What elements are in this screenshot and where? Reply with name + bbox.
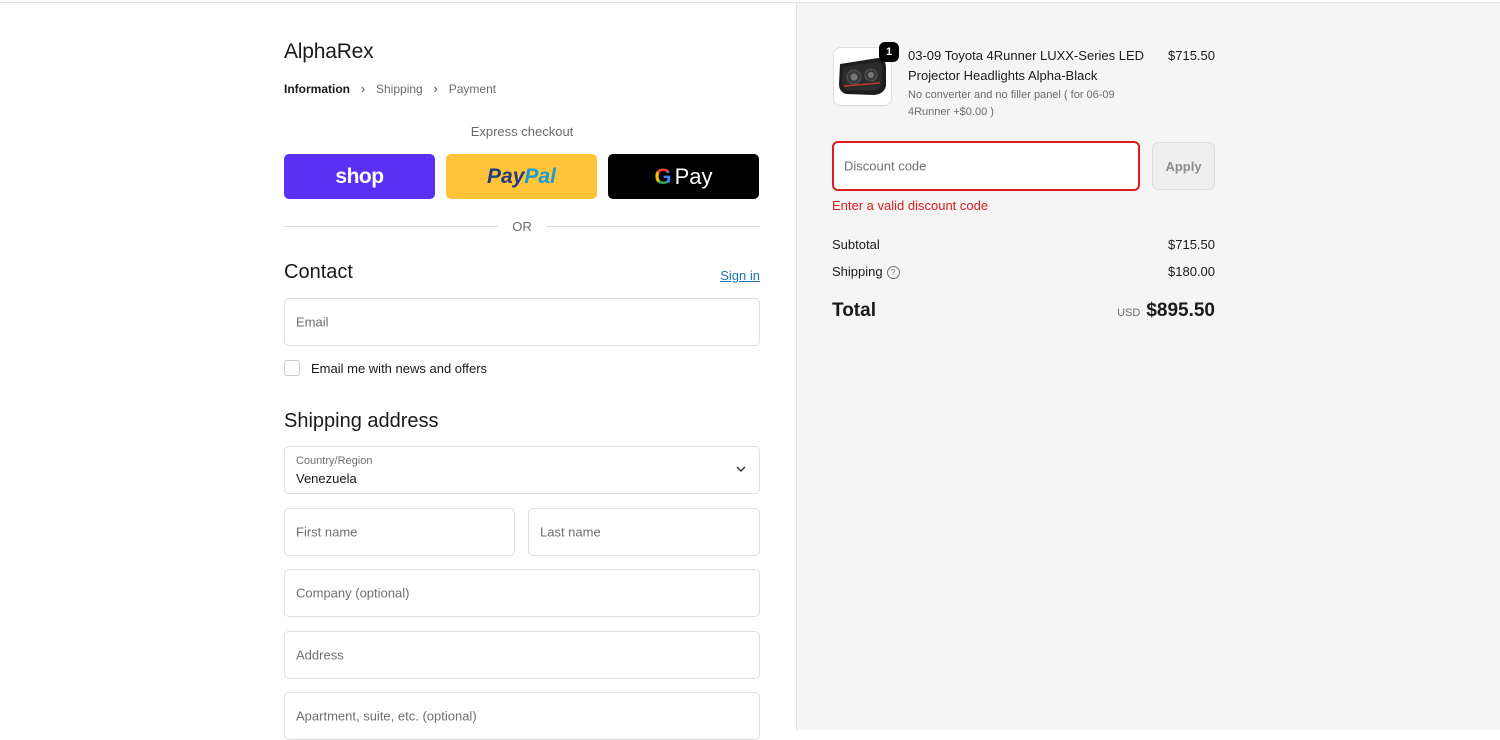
subtotal-row: Subtotal $715.50 (832, 237, 1215, 252)
breadcrumb-information: Information (284, 81, 350, 96)
shop-pay-button[interactable]: shop (284, 154, 435, 199)
apartment-field[interactable]: Apartment, suite, etc. (optional) (284, 692, 760, 740)
breadcrumb-payment: Payment (448, 81, 497, 96)
chevron-right-icon: › (360, 81, 366, 96)
chevron-down-icon (735, 462, 747, 476)
news-offers-option[interactable]: Email me with news and offers (284, 360, 487, 376)
country-label: Country/Region (296, 455, 373, 467)
shipping-address-title: Shipping address (284, 410, 439, 432)
breadcrumb: Information › Shipping › Payment (284, 81, 496, 96)
google-pay-button[interactable]: G Pay (608, 154, 759, 199)
chevron-right-icon: › (433, 81, 438, 96)
subtotal-value: $715.50 (1168, 237, 1215, 252)
email-field[interactable]: Email (284, 298, 760, 346)
shipping-row: Shipping? $180.00 (832, 264, 1215, 280)
discount-code-input[interactable]: Discount code (832, 141, 1140, 191)
product-variant: No converter and no filler panel ( for 0… (908, 89, 1115, 118)
divider-line (284, 225, 499, 227)
paypal-label-pal: Pal (524, 164, 556, 188)
order-summary-panel (796, 3, 1500, 730)
discount-placeholder: Discount code (844, 158, 927, 174)
email-placeholder: Email (296, 314, 329, 330)
total-label: Total (832, 300, 876, 321)
or-divider: OR (284, 218, 760, 234)
company-placeholder: Company (optional) (296, 585, 410, 601)
country-select[interactable]: Country/Region Venezuela (284, 446, 760, 494)
subtotal-label: Subtotal (832, 237, 880, 252)
address-placeholder: Address (296, 647, 344, 663)
apartment-placeholder: Apartment, suite, etc. (optional) (296, 708, 477, 724)
quantity-badge: 1 (879, 42, 899, 62)
address-field[interactable]: Address (284, 631, 760, 679)
sign-in-link[interactable]: Sign in (700, 268, 760, 283)
contact-title: Contact (284, 261, 353, 283)
breadcrumb-shipping: Shipping (376, 81, 423, 96)
news-offers-label: Email me with news and offers (311, 360, 488, 376)
paypal-label-pay: Pay (487, 164, 525, 188)
or-label: OR (512, 218, 532, 234)
total-amount: $895.50 (1146, 300, 1215, 321)
product-title: 03-09 Toyota 4Runner LUXX-Series LED Pro… (908, 48, 1145, 83)
currency-code: USD (1117, 307, 1141, 319)
divider-line (545, 225, 760, 227)
express-checkout-title: Express checkout (470, 124, 574, 139)
first-name-placeholder: First name (296, 524, 358, 540)
store-logo[interactable]: AlphaRex (284, 40, 374, 64)
shop-pay-label: shop (335, 164, 384, 188)
google-pay-label: Pay (674, 163, 713, 189)
last-name-placeholder: Last name (540, 524, 601, 540)
last-name-field[interactable]: Last name (528, 508, 760, 556)
help-icon[interactable]: ? (886, 266, 900, 280)
company-field[interactable]: Company (optional) (284, 569, 760, 617)
shipping-value: $180.00 (1168, 264, 1215, 279)
paypal-button[interactable]: Pay Pal (446, 154, 597, 199)
google-g-icon: G (654, 163, 672, 189)
discount-error-message: Enter a valid discount code (832, 198, 989, 213)
total-row: Total USD $895.50 (832, 300, 1215, 322)
country-value: Venezuela (296, 471, 357, 486)
first-name-field[interactable]: First name (284, 508, 515, 556)
product-price: $715.50 (1168, 48, 1215, 63)
news-offers-checkbox[interactable] (284, 360, 300, 376)
apply-discount-button[interactable]: Apply (1152, 142, 1215, 190)
shipping-label: Shipping (832, 264, 883, 279)
